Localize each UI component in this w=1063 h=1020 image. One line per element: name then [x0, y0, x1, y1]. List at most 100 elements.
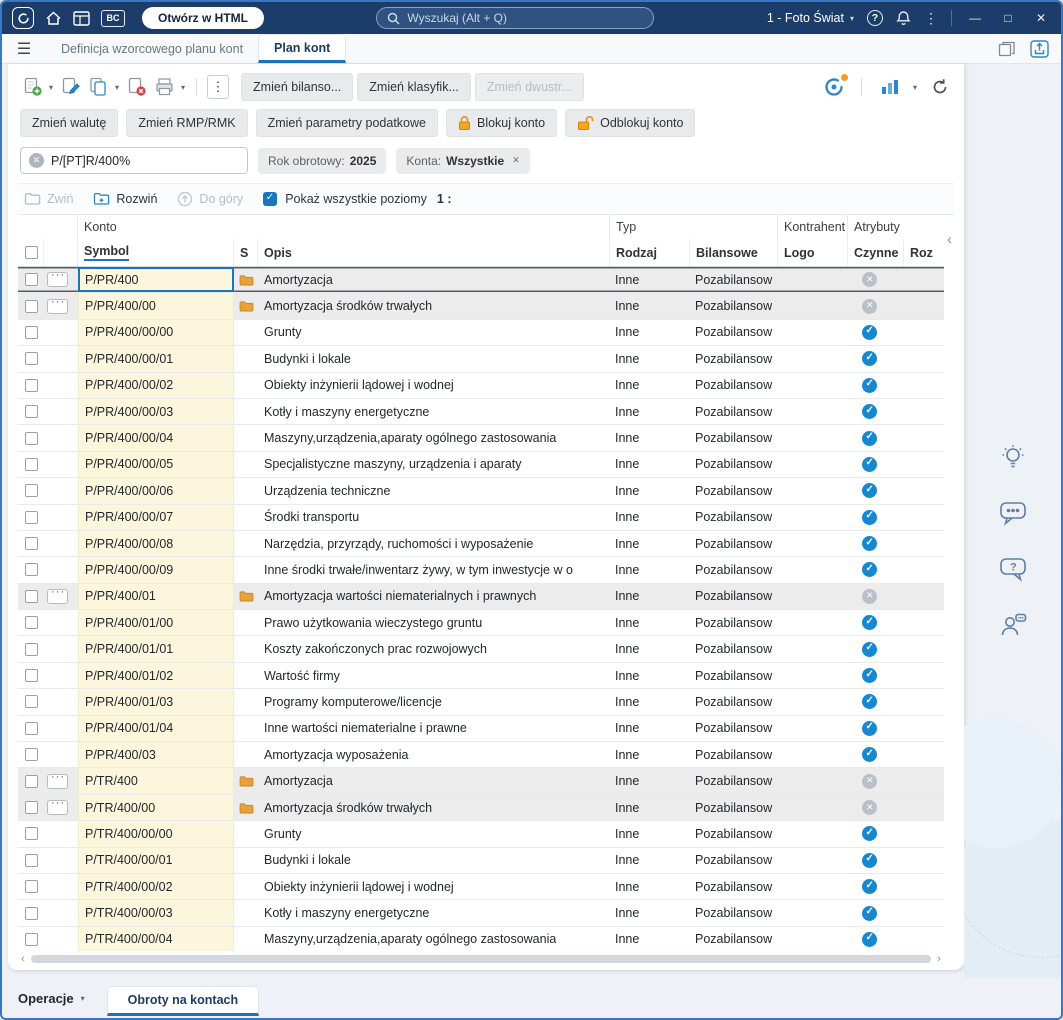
table-row[interactable]: P/PR/400/00 Amortyzacja środków trwałych… [18, 293, 944, 320]
account-symbol-cell[interactable]: P/PR/400/00/03 [78, 398, 234, 425]
filter-chip-konta[interactable]: Konta: Wszystkie ✕ [396, 147, 530, 174]
panels-icon[interactable] [998, 41, 1016, 57]
row-checkbox[interactable] [24, 352, 38, 366]
table-row[interactable]: P/TR/400/00/02 Obiekty inżynierii lądowe… [18, 873, 944, 901]
row-checkbox[interactable] [24, 273, 38, 287]
table-row[interactable]: P/PR/400/01/00 Prawo użytkowania wieczys… [18, 610, 944, 637]
tab-obroty-na-kontach[interactable]: Obroty na kontach [106, 986, 260, 1016]
delete-icon[interactable] [124, 74, 148, 100]
share-export-icon[interactable] [1030, 39, 1049, 58]
more-actions-button[interactable]: ⋮ [207, 75, 230, 99]
scroll-left-icon[interactable]: ‹ [18, 953, 28, 965]
table-row[interactable]: P/PR/400 Amortyzacja Inne Pozabilansow [18, 267, 944, 294]
account-symbol-cell[interactable]: P/PR/400/01/02 [78, 662, 234, 689]
account-symbol-cell[interactable]: P/TR/400/00/03 [78, 900, 234, 926]
help-icon[interactable]: ? [866, 10, 883, 26]
account-symbol-cell[interactable]: P/PR/400/00 [78, 293, 234, 319]
row-expander-button[interactable] [47, 797, 68, 815]
zmien-walute-button[interactable]: Zmień walutę [20, 109, 119, 137]
account-symbol-cell[interactable]: P/PR/400/00/08 [78, 530, 234, 557]
tab-definicja-wzorcowego-planu-kont[interactable]: Definicja wzorcowego planu kont [46, 34, 258, 63]
row-checkbox[interactable] [24, 484, 38, 498]
table-row[interactable]: P/TR/400/00/03 Kotły i maszyny energetyc… [18, 900, 944, 927]
modules-window-icon[interactable] [73, 10, 90, 26]
table-row[interactable]: P/PR/400/00/02 Obiekty inżynierii lądowe… [18, 372, 944, 399]
expand-button[interactable]: Rozwiń [93, 192, 157, 206]
help-bubble-icon[interactable]: ? [998, 554, 1028, 584]
row-checkbox[interactable] [24, 695, 38, 709]
row-checkbox[interactable] [24, 906, 38, 920]
row-expander-button[interactable] [47, 296, 68, 314]
home-icon[interactable] [45, 10, 62, 26]
account-symbol-cell[interactable]: P/PR/400/00/09 [78, 557, 234, 583]
edit-icon[interactable] [58, 74, 82, 100]
chat-bubble-icon[interactable] [998, 498, 1028, 528]
levels-value[interactable]: 1 : [437, 193, 452, 206]
tab-plan-kont[interactable]: Plan kont [258, 34, 347, 63]
row-checkbox[interactable] [24, 563, 38, 577]
table-row[interactable]: P/TR/400/00/04 Maszyny,urządzenia,aparat… [18, 926, 944, 951]
account-symbol-cell[interactable]: P/PR/400/00/02 [78, 372, 234, 398]
row-checkbox[interactable] [24, 431, 38, 445]
account-symbol-cell[interactable]: P/TR/400 [78, 768, 234, 794]
row-checkbox[interactable] [24, 669, 38, 683]
row-checkbox[interactable] [24, 616, 38, 630]
horizontal-scrollbar-thumb[interactable] [31, 955, 931, 963]
account-symbol-cell[interactable]: P/PR/400/00/04 [78, 425, 234, 451]
account-symbol-cell[interactable]: P/PR/400/01 [78, 583, 234, 610]
minimize-button[interactable]: — [965, 11, 985, 25]
row-checkbox[interactable] [24, 537, 38, 551]
menu-hamburger-icon[interactable]: ☰ [2, 34, 46, 63]
column-panel-collapse-icon[interactable]: ‹ [947, 231, 952, 248]
column-header-rodzaj[interactable]: Rodzaj [610, 239, 690, 266]
move-up-button[interactable]: Do góry [177, 191, 243, 207]
chart-dropdown-caret-icon[interactable]: ▾ [913, 83, 917, 92]
column-header-symbol[interactable]: Symbol [78, 239, 234, 266]
table-row[interactable]: P/PR/400/01/01 Koszty zakończonych prac … [18, 636, 944, 663]
column-header-czynne[interactable]: Czynne [848, 239, 904, 266]
row-expander-button[interactable] [47, 771, 68, 789]
table-row[interactable]: P/PR/400/00/06 Urządzenia techniczne Inn… [18, 478, 944, 505]
idea-lightbulb-icon[interactable] [998, 442, 1028, 472]
account-symbol-cell[interactable]: P/TR/400/00 [78, 794, 234, 821]
app-logo-icon[interactable] [12, 7, 34, 29]
table-row[interactable]: P/PR/400/01/03 Programy komputerowe/lice… [18, 689, 944, 716]
account-symbol-cell[interactable]: P/PR/400/00/05 [78, 451, 234, 478]
account-symbol-cell[interactable]: P/PR/400/01/01 [78, 636, 234, 662]
account-symbol-cell[interactable]: P/TR/400/00/01 [78, 847, 234, 873]
copy-dropdown-caret-icon[interactable]: ▾ [115, 83, 119, 92]
row-checkbox[interactable] [24, 642, 38, 656]
row-checkbox[interactable] [24, 827, 38, 841]
zmien-bilansowa-button[interactable]: Zmień bilanso... [241, 73, 354, 101]
odblokuj-konto-button[interactable]: Odblokuj konto [565, 109, 696, 137]
account-symbol-cell[interactable]: P/TR/400/00/00 [78, 821, 234, 847]
table-row[interactable]: P/PR/400/00/09 Inne środki trwałe/inwent… [18, 557, 944, 584]
more-options-icon[interactable]: ⋮ [924, 10, 938, 27]
zmien-rmp-rmk-button[interactable]: Zmień RMP/RMK [126, 109, 248, 137]
account-symbol-cell[interactable]: P/PR/400/01/00 [78, 610, 234, 636]
consultant-icon[interactable] [998, 610, 1028, 640]
row-checkbox[interactable] [24, 378, 38, 392]
row-checkbox[interactable] [24, 589, 38, 603]
operations-menu-button[interactable]: Operacje ▾ [18, 991, 85, 1006]
bc-icon[interactable]: BC [101, 9, 125, 27]
remove-chip-icon[interactable]: ✕ [512, 155, 520, 166]
filter-input[interactable] [51, 153, 239, 168]
account-symbol-cell[interactable]: P/PR/400/01/04 [78, 715, 234, 742]
row-checkbox[interactable] [24, 774, 38, 788]
row-checkbox[interactable] [24, 325, 38, 339]
table-row[interactable]: P/TR/400 Amortyzacja Inne Pozabilansow [18, 768, 944, 795]
company-selector[interactable]: 1 - Foto Świat ▾ [767, 11, 854, 25]
table-row[interactable]: P/PR/400/00/00 Grunty Inne Pozabilansow [18, 319, 944, 347]
add-dropdown-caret-icon[interactable]: ▾ [49, 83, 53, 92]
blokuj-konto-button[interactable]: Blokuj konto [445, 109, 558, 137]
table-row[interactable]: P/PR/400/00/01 Budynki i lokale Inne Poz… [18, 346, 944, 373]
global-search-input[interactable]: Wyszukaj (Alt + Q) [376, 7, 655, 29]
row-expander-button[interactable] [47, 586, 68, 604]
account-symbol-cell[interactable]: P/TR/400/00/02 [78, 873, 234, 900]
column-header-bilansowe[interactable]: Bilansowe [690, 239, 778, 266]
column-header-opis[interactable]: Opis [258, 239, 610, 266]
table-row[interactable]: P/TR/400/00/01 Budynki i lokale Inne Poz… [18, 847, 944, 874]
chart-analysis-icon[interactable] [878, 74, 902, 100]
account-symbol-cell[interactable]: P/PR/400/03 [78, 742, 234, 768]
